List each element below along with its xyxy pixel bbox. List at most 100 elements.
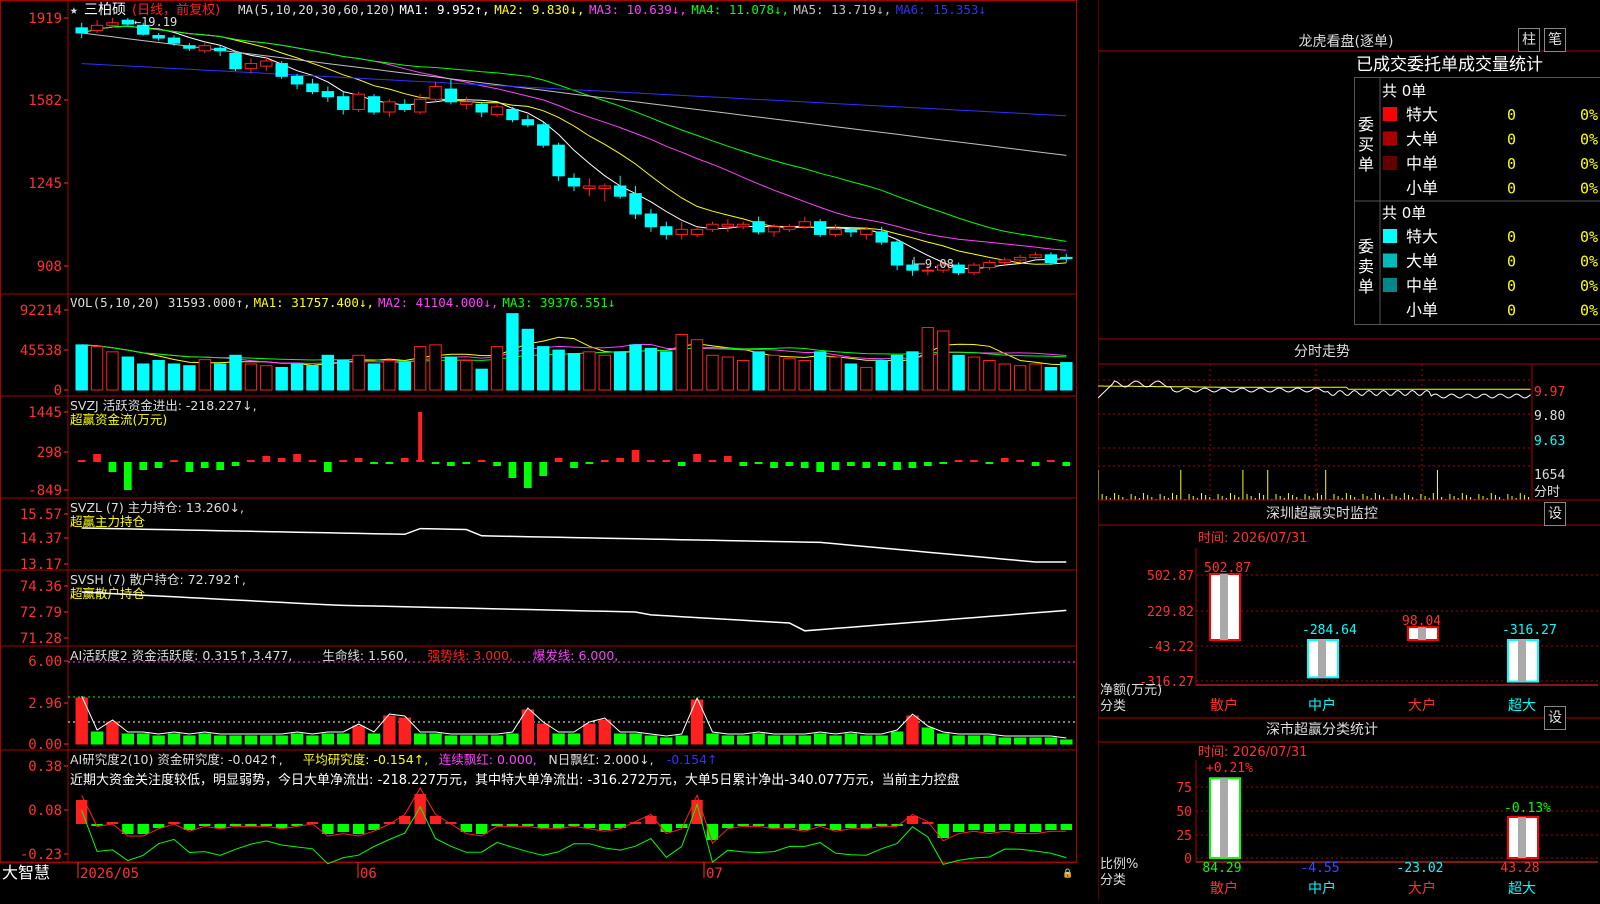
money-flow-bar [786, 462, 794, 466]
buy-row-count: 0 [1507, 180, 1516, 198]
sell-row-pct: 0% [1580, 277, 1598, 295]
volume-bar [738, 361, 749, 390]
research-bar [538, 824, 549, 828]
sz-class-bottom-label: 84.29 [1202, 861, 1241, 876]
volume-bar [891, 355, 902, 390]
candle [891, 242, 902, 265]
ai-active-axis-label: 0.00 [28, 737, 62, 753]
candle [645, 214, 656, 227]
activity-bar [891, 732, 902, 744]
money-flow-bar [939, 462, 947, 464]
research-bar [491, 824, 502, 826]
sz-monitor-settings-button[interactable]: 设 [1544, 502, 1566, 526]
volume-bar [368, 364, 379, 390]
candle [384, 102, 395, 112]
research-bar [830, 824, 841, 830]
sell-legend-swatch [1383, 278, 1397, 292]
money-flow-bar [709, 460, 717, 462]
money-flow-bar [293, 454, 301, 462]
sz-class-unit: 比例% [1100, 857, 1138, 872]
ai-research-header-4: -0.154↑ [667, 752, 718, 767]
research-bar [814, 824, 825, 826]
activity-bar [445, 736, 456, 744]
candle [784, 227, 795, 230]
buy-row-label: 小单 [1406, 179, 1438, 198]
ma-line-5 [82, 33, 1067, 155]
activity-bar [599, 720, 610, 744]
brand-label: 大智慧 [2, 863, 50, 882]
money-flow-bar [78, 460, 86, 462]
research-bar [891, 824, 902, 826]
intraday-vol-unit: 分时 [1534, 485, 1560, 500]
sell-row-pct: 0% [1580, 228, 1598, 246]
activity-bar [845, 734, 856, 744]
dragon-tiger-subtitle: 已成交委托单成交量统计 [1356, 55, 1543, 75]
activity-bar [584, 724, 595, 744]
volume-bar [491, 347, 502, 390]
sell-row-count: 0 [1507, 253, 1516, 271]
activity-bar [614, 734, 625, 744]
research-bar [768, 824, 779, 828]
research-bar [753, 824, 764, 826]
research-bar [861, 824, 872, 828]
money-flow-bar [801, 462, 809, 468]
research-bar [968, 824, 979, 830]
activity-bar [261, 736, 272, 744]
sell-side-label: 卖 [1358, 257, 1374, 276]
activity-bar [538, 724, 549, 744]
sell-row-label: 小单 [1406, 301, 1438, 320]
volume-bar [353, 355, 364, 390]
research-bar [553, 824, 564, 828]
volume-bar [661, 352, 672, 390]
activity-bar [707, 734, 718, 744]
money-flow-bar [493, 462, 501, 466]
money-flow-bar [955, 460, 963, 462]
candle [184, 46, 195, 49]
candle [584, 186, 595, 189]
candle [691, 229, 702, 234]
money-flow-bar [1062, 462, 1070, 466]
volume-bar [984, 361, 995, 390]
candle [245, 64, 256, 69]
buy-total: 共 0单 [1382, 82, 1426, 100]
stroke-mode-button[interactable]: 笔 [1544, 28, 1566, 52]
sz-class-axis-label: 0 [1184, 852, 1192, 867]
sz-class-axis-label: 50 [1176, 805, 1192, 820]
price-axis-label: 908 [37, 259, 62, 275]
research-bar [1030, 824, 1041, 832]
buy-row-pct: 0% [1580, 106, 1598, 124]
money-flow-bar [139, 462, 147, 470]
candle [368, 97, 379, 112]
research-bar [784, 824, 795, 828]
candle [291, 76, 302, 84]
candle [230, 53, 241, 68]
sell-row-count: 0 [1507, 302, 1516, 320]
candle [168, 38, 179, 43]
buy-row-label: 特大 [1406, 105, 1438, 124]
activity-bar [814, 734, 825, 744]
candle [307, 84, 318, 92]
sz-class-settings-button[interactable]: 设 [1544, 706, 1566, 730]
ma-header-1: MA1: 9.952↑, [399, 2, 489, 17]
ma-header-6: MA6: 15.353↓ [896, 2, 986, 17]
volume-bar [630, 345, 641, 390]
bar-mode-button[interactable]: 柱 [1518, 28, 1540, 52]
candle [153, 36, 164, 39]
buy-row-count: 0 [1507, 131, 1516, 149]
money-flow-bar [1016, 460, 1024, 462]
money-flow-bar [909, 462, 917, 468]
money-flow-bar [478, 460, 486, 462]
research-bar [999, 824, 1010, 830]
kline-chart-svg[interactable]: ★三柏硕(日线，前复权)MA(5,10,20,30,60,120)MA1: 9.… [0, 0, 1098, 900]
activity-bar [338, 734, 349, 744]
star-icon: ★ [70, 3, 78, 18]
money-flow-bar [324, 462, 332, 472]
kline-area[interactable]: ★三柏硕(日线，前复权)MA(5,10,20,30,60,120)MA1: 9.… [0, 0, 1098, 900]
activity-bar [384, 716, 395, 744]
svzl-axis-label: 13.17 [20, 557, 62, 573]
research-bar [584, 824, 595, 828]
activity-bar [307, 736, 318, 744]
sell-row-count: 0 [1507, 277, 1516, 295]
money-flow-bar [878, 462, 886, 466]
sz-monitor-axis-label: 229.82 [1147, 605, 1194, 620]
